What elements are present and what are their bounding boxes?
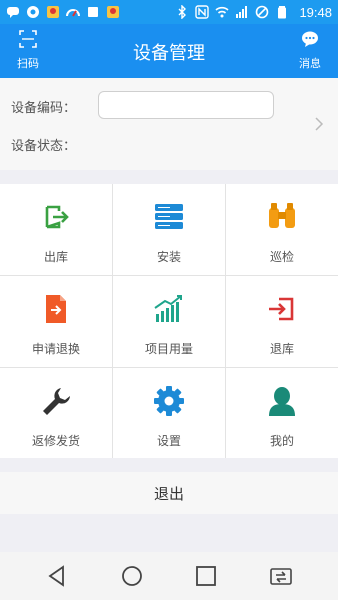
grid-item-label: 返修发货 (31, 434, 80, 448)
grid-item-return-request[interactable]: 申请退换 (0, 276, 112, 367)
chat-bubble-icon (6, 5, 20, 19)
back-button[interactable] (40, 559, 74, 593)
system-nav-bar (0, 552, 338, 600)
grid-item-label: 设置 (156, 434, 181, 448)
back-triangle-icon (48, 565, 65, 587)
grid-item-label: 申请退换 (31, 342, 80, 356)
user-icon (265, 384, 299, 418)
grid-item-repair-shipping[interactable]: 返修发货 (0, 368, 112, 459)
status-icons-left (6, 5, 120, 19)
square-icon (86, 5, 100, 19)
recents-button[interactable] (189, 559, 223, 593)
logout-button[interactable]: 退出 (0, 472, 338, 514)
battery-icon (275, 5, 289, 19)
device-form: 设备编码： 设备状态： (0, 78, 338, 170)
grid-item-outbound[interactable]: 出库 (0, 184, 112, 275)
map-pin-icon (106, 5, 120, 19)
grid-item-profile[interactable]: 我的 (226, 368, 338, 459)
page-title: 设备管理 (133, 43, 205, 64)
grid-item-label: 巡检 (269, 250, 294, 264)
grid-item-label: 出库 (43, 250, 68, 264)
grid-item-label: 项目用量 (144, 342, 193, 356)
grid-item-stock-return[interactable]: 退库 (226, 276, 338, 367)
device-status-label: 设备状态： (11, 139, 77, 154)
grid-item-label: 我的 (269, 434, 294, 448)
grid-item-settings[interactable]: 设置 (113, 368, 225, 459)
grid-divider (225, 184, 226, 458)
grid-item-install[interactable]: 安装 (113, 184, 225, 275)
grid-divider (0, 275, 338, 276)
message-button[interactable]: 消息 (292, 30, 328, 70)
nfc-icon (195, 5, 210, 19)
status-bar: 19:48 (0, 0, 338, 24)
gear-icon (152, 384, 186, 418)
recents-square-icon (196, 566, 217, 586)
no-sim-icon (255, 5, 269, 19)
grid-divider (112, 184, 113, 458)
message-label: 消息 (299, 57, 321, 70)
camera-icon (26, 5, 40, 19)
switch-icon (269, 568, 292, 585)
chevron-right-icon[interactable] (314, 116, 324, 131)
bluetooth-icon (175, 5, 189, 19)
bar-trend-icon (152, 292, 186, 326)
home-button[interactable] (115, 559, 149, 593)
wifi-icon (215, 5, 229, 19)
home-circle-icon (121, 566, 142, 586)
export-icon (39, 200, 73, 234)
grid-item-inspection[interactable]: 巡检 (226, 184, 338, 275)
status-time: 19:48 (299, 4, 332, 20)
switch-sim-button[interactable] (264, 559, 298, 593)
binoculars-icon (265, 200, 299, 234)
app-bar: 扫码 设备管理 消息 (0, 24, 338, 78)
grid-item-label: 安装 (156, 250, 181, 264)
status-icons-right: 19:48 (175, 5, 332, 20)
server-stack-icon (152, 200, 186, 234)
signal-icon (235, 5, 249, 19)
gauge-icon (66, 5, 80, 19)
grid-item-project-usage[interactable]: 项目用量 (113, 276, 225, 367)
document-arrow-icon (39, 292, 73, 326)
function-grid: 出库 安装 巡检 申请退换 项目用量 退库 返修发货 设置 我的 (0, 184, 338, 458)
device-code-input[interactable] (98, 91, 274, 119)
map-pin-icon (46, 5, 60, 19)
message-icon (301, 30, 319, 52)
import-icon (265, 292, 299, 326)
grid-divider (0, 367, 338, 368)
wrench-icon (39, 384, 73, 418)
grid-item-label: 退库 (269, 342, 294, 356)
device-code-label: 设备编码： (11, 101, 77, 116)
